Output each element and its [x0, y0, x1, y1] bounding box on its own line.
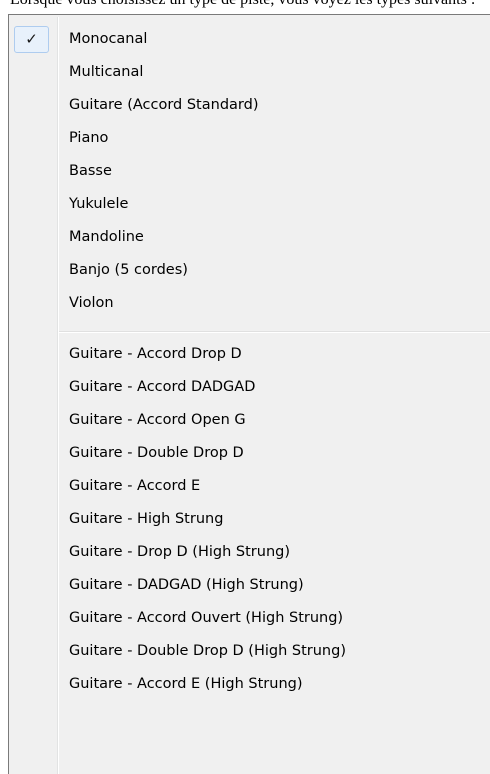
menu-item-guitare-drop-d[interactable]: Guitare - Accord Drop D	[11, 338, 490, 371]
menu-item-label: Guitare - DADGAD (High Strung)	[69, 577, 304, 593]
menu-item-guitare-dadgad-high-strung[interactable]: Guitare - DADGAD (High Strung)	[11, 569, 490, 602]
menu-item-guitare-accord-ouvert-high-strung[interactable]: Guitare - Accord Ouvert (High Strung)	[11, 602, 490, 635]
menu-separator	[59, 331, 490, 333]
top-clipped-label: Lorsque vous choisissez un type de piste…	[10, 0, 475, 9]
menu-item-guitare-drop-d-high-strung[interactable]: Guitare - Drop D (High Strung)	[11, 536, 490, 569]
menu-item-label: Multicanal	[69, 64, 144, 80]
menu-item-guitare-accord-e-high-strung[interactable]: Guitare - Accord E (High Strung)	[11, 668, 490, 701]
menu-item-label: Guitare - Double Drop D (High Strung)	[69, 643, 346, 659]
menu-item-label: Yukulele	[69, 196, 129, 212]
menu-item-guitare-double-drop-d[interactable]: Guitare - Double Drop D	[11, 437, 490, 470]
menu-item-violon[interactable]: Violon	[11, 287, 490, 320]
menu-item-label: Guitare - Accord Ouvert (High Strung)	[69, 610, 344, 626]
menu-item-label: Guitare - Accord E (High Strung)	[69, 676, 303, 692]
check-indicator: ✓	[14, 26, 49, 53]
menu-item-guitare-dadgad[interactable]: Guitare - Accord DADGAD	[11, 371, 490, 404]
menu-item-guitare-double-drop-d-high-strung[interactable]: Guitare - Double Drop D (High Strung)	[11, 635, 490, 668]
menu-item-label: Violon	[69, 295, 114, 311]
menu-item-guitare-high-strung[interactable]: Guitare - High Strung	[11, 503, 490, 536]
menu-item-basse[interactable]: Basse	[11, 155, 490, 188]
menu-item-label: Guitare - Accord Open G	[69, 412, 246, 428]
menu-item-monocanal[interactable]: ✓ Monocanal	[11, 23, 490, 56]
menu-item-piano[interactable]: Piano	[11, 122, 490, 155]
menu-item-guitare-open-g[interactable]: Guitare - Accord Open G	[11, 404, 490, 437]
menu-item-label: Banjo (5 cordes)	[69, 262, 188, 278]
menu-item-label: Monocanal	[69, 31, 148, 47]
menu-item-label: Guitare - Accord Drop D	[69, 346, 242, 362]
menu-item-label: Guitare - Double Drop D	[69, 445, 244, 461]
menu-item-guitare-standard[interactable]: Guitare (Accord Standard)	[11, 89, 490, 122]
menu-item-label: Mandoline	[69, 229, 144, 245]
menu-item-multicanal[interactable]: Multicanal	[11, 56, 490, 89]
menu-item-label: Guitare (Accord Standard)	[69, 97, 259, 113]
track-type-context-menu: ✓ Monocanal Multicanal Guitare (Accord S…	[8, 14, 490, 774]
menu-item-label: Guitare - Accord DADGAD	[69, 379, 256, 395]
menu-item-banjo[interactable]: Banjo (5 cordes)	[11, 254, 490, 287]
menu-item-label: Guitare - Drop D (High Strung)	[69, 544, 290, 560]
menu-item-label: Basse	[69, 163, 112, 179]
menu-item-label: Guitare - High Strung	[69, 511, 224, 527]
menu-item-yukulele[interactable]: Yukulele	[11, 188, 490, 221]
menu-item-label: Guitare - Accord E	[69, 478, 201, 494]
menu-item-mandoline[interactable]: Mandoline	[11, 221, 490, 254]
top-clipped-text: Lorsque vous choisissez un type de piste…	[0, 0, 490, 14]
menu-item-guitare-accord-e[interactable]: Guitare - Accord E	[11, 470, 490, 503]
checkmark-icon: ✓	[25, 30, 38, 48]
menu-item-label: Piano	[69, 130, 109, 146]
